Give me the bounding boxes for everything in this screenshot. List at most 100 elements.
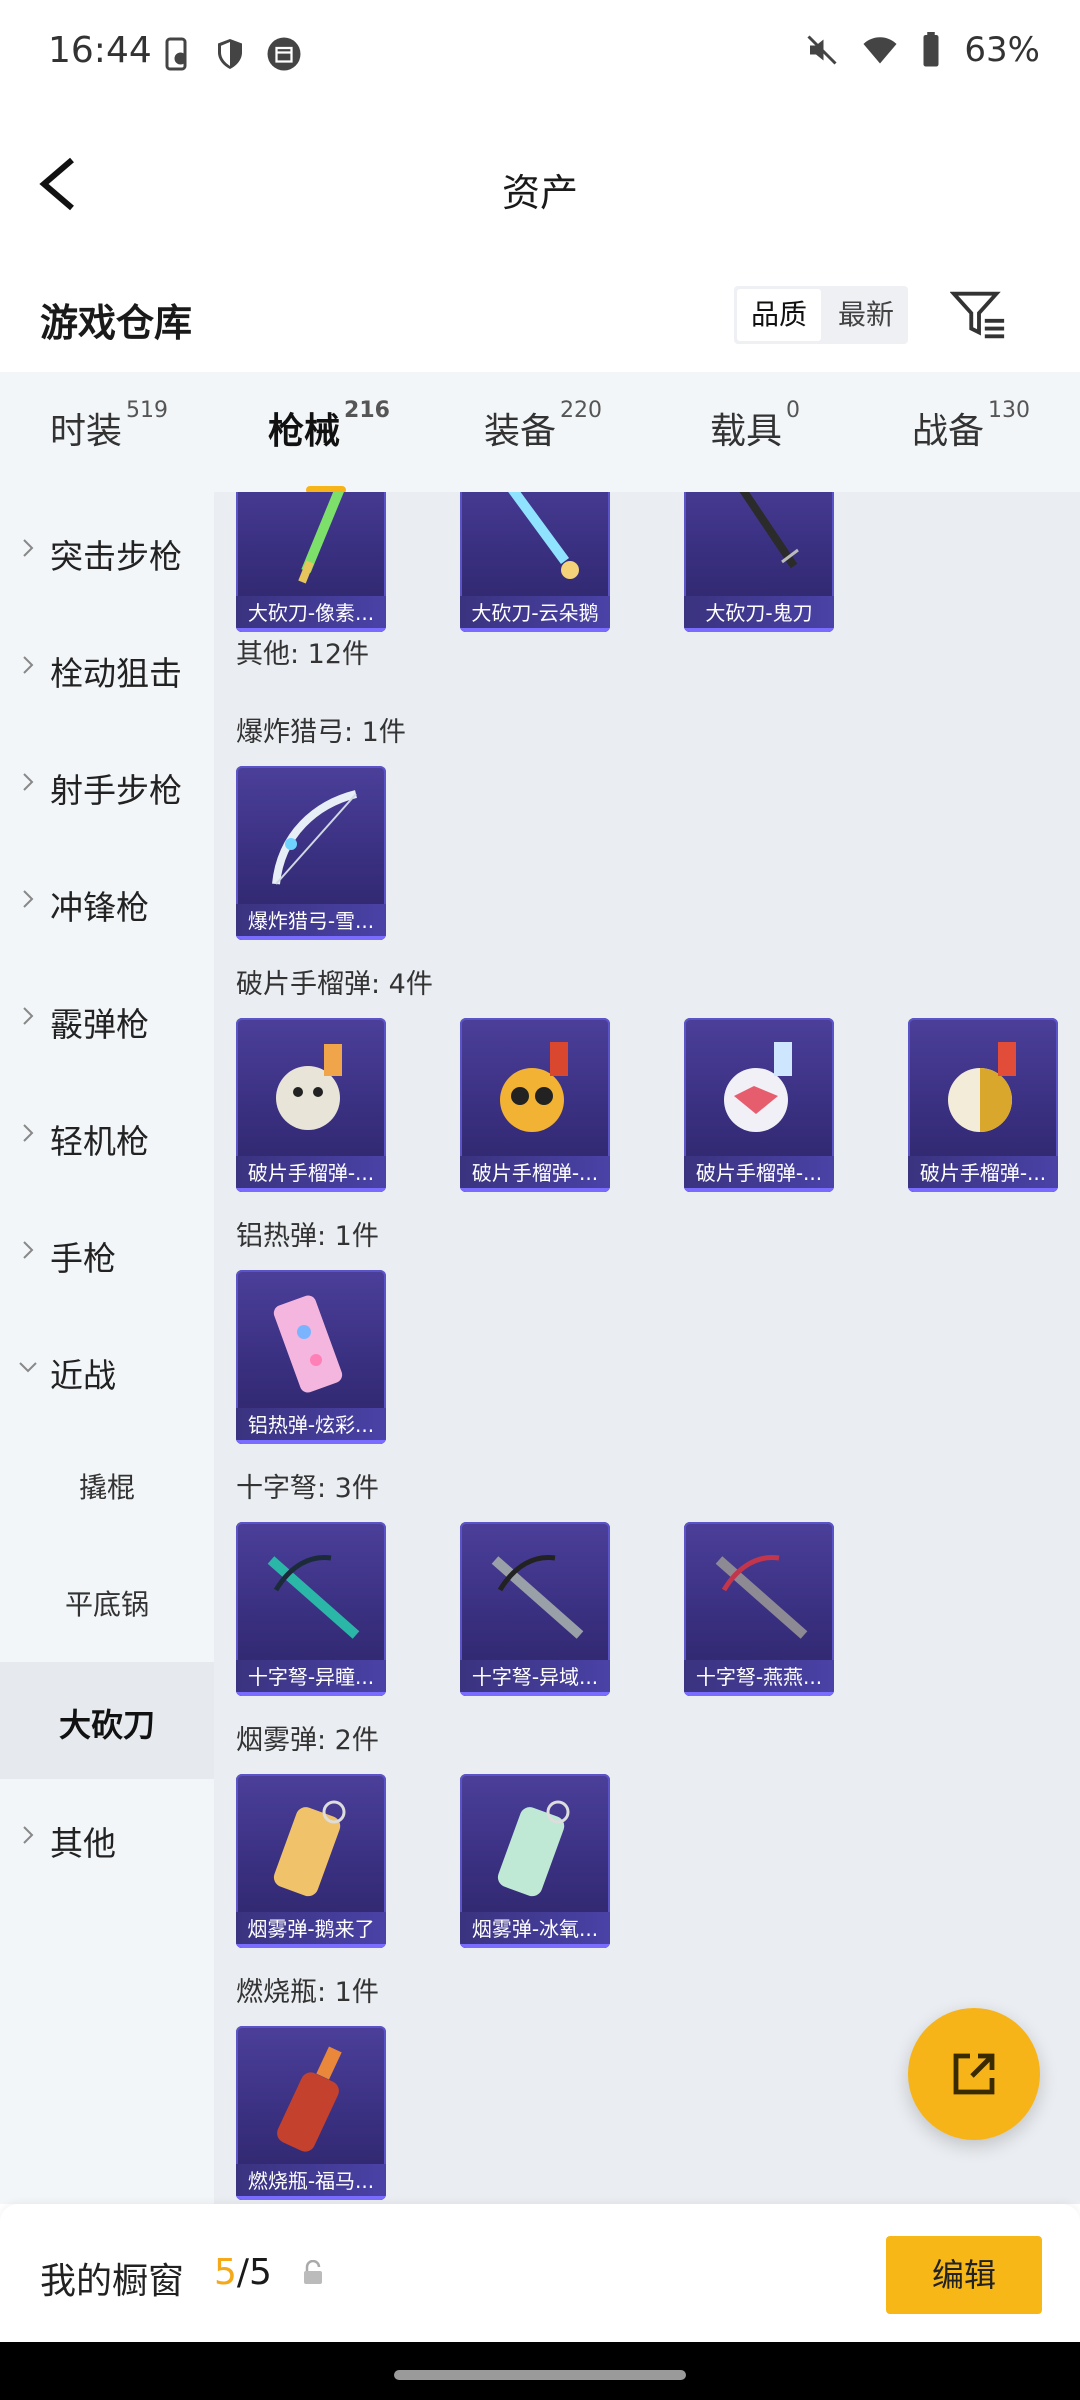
tab-vehicles[interactable]: 载具0 [710,398,800,454]
sidebar-subitem-frying-pan[interactable]: 平底锅 [0,1545,214,1662]
molotov-fortune-art [277,2046,342,2152]
home-indicator[interactable] [394,2370,686,2380]
sidebar-item-label: 冲锋枪 [50,888,149,927]
chevron-right-icon [23,1241,34,1259]
item-card[interactable]: 十字弩-异瞳... [236,1522,386,1696]
sidebar-item-label: 栓动狙击 [50,654,182,693]
weapon-type-sidebar: 突击步枪 栓动狙击 射手步枪 冲锋枪 霰弹枪 轻机枪 手枪 近战 撬棍 平底锅 … [0,492,214,2204]
sidebar-item-label: 突击步枪 [50,537,182,576]
crossbow-swallow-art [715,1554,808,1639]
tab-count: 220 [560,398,603,423]
battery-percent: 63% [964,30,1040,70]
item-name: 大砍刀-云朵鹅 [460,596,610,632]
item-card[interactable]: 烟雾弹-冰氧... [460,1774,610,1948]
chevron-right-icon [23,1826,34,1844]
tab-supplies[interactable]: 战备130 [912,398,1030,454]
tab-label: 枪械 [268,411,341,452]
explosive-bow-art [272,790,358,885]
sidebar-item-other[interactable]: 其他 [0,1779,214,1896]
smoke-goose-art [273,1800,346,1897]
item-name: 破片手榴弹-... [460,1156,610,1192]
smoke-ice-oxygen-art [497,1800,570,1897]
item-name: 十字弩-异瞳... [236,1660,386,1696]
sidebar-subitem-crowbar[interactable]: 撬棍 [0,1428,214,1545]
sidebar-item-label: 大砍刀 [58,1706,155,1744]
calendar-icon [267,37,301,71]
item-card[interactable]: 铝热弹-炫彩... [236,1270,386,1444]
crossbow-exotic-art [491,1554,584,1639]
chevron-right-icon [23,773,34,791]
item-card[interactable]: 烟雾弹-鹅来了 [236,1774,386,1948]
grenade-snowman-art [276,1044,342,1130]
item-card[interactable]: 大砍刀-像素... [236,492,386,632]
item-card[interactable]: 大砍刀-云朵鹅 [460,492,610,632]
sidebar-item-shotgun[interactable]: 霰弹枪 [0,960,214,1077]
machete-ghost-blade-art [739,492,799,569]
sidebar-item-label: 其他 [50,1824,116,1863]
grenade-gold-art [948,1042,1016,1132]
tab-count: 130 [988,398,1031,423]
nav-bar: 资产 [0,112,1080,256]
showcase-current: 5 [214,2252,237,2293]
group-header: 燃烧瓶: 1件 [236,1977,379,2008]
thermite-dazzle-art [273,1295,343,1393]
chevron-right-icon [23,539,34,557]
mute-icon [807,35,837,65]
chevron-right-icon [23,890,34,908]
crossbow-heterochromia-art [267,1554,360,1639]
edit-button[interactable]: 编辑 [886,2236,1042,2314]
tab-label: 时装 [50,411,123,452]
item-card[interactable]: 破片手榴弹-... [460,1018,610,1192]
item-card[interactable]: 十字弩-燕燕... [684,1522,834,1696]
section-title: 游戏仓库 [40,301,193,345]
sidebar-item-marksman-rifle[interactable]: 射手步枪 [0,726,214,843]
sort-option-newest[interactable]: 最新 [824,286,908,344]
tab-fashion[interactable]: 时装519 [50,398,168,454]
sidebar-item-smg[interactable]: 冲锋枪 [0,843,214,960]
category-tabs: 时装519 枪械216 装备220 载具0 战备130 [0,372,1080,494]
item-name: 破片手榴弹-... [908,1156,1058,1192]
share-button[interactable] [908,2008,1040,2140]
item-card[interactable]: 破片手榴弹-... [684,1018,834,1192]
item-name: 大砍刀-像素... [236,596,386,632]
sort-toggle: 品质 最新 [734,286,909,344]
item-name: 燃烧瓶-福马... [236,2164,386,2200]
group-header: 破片手榴弹: 4件 [236,969,433,1000]
chevron-right-icon [23,1007,34,1025]
item-card[interactable]: 破片手榴弹-... [908,1018,1058,1192]
machete-cloud-goose-art [508,492,579,579]
sidebar-item-pistol[interactable]: 手枪 [0,1194,214,1311]
wifi-icon [863,37,897,64]
sidebar-subitem-machete[interactable]: 大砍刀 [0,1662,214,1779]
sidebar-item-lmg[interactable]: 轻机枪 [0,1077,214,1194]
sidebar-item-bolt-sniper[interactable]: 栓动狙击 [0,609,214,726]
shield-icon [218,39,242,69]
tab-firearms[interactable]: 枪械216 [268,398,390,494]
grenade-mask-art [724,1042,792,1132]
item-name: 十字弩-异域... [460,1660,610,1696]
battery-icon [923,32,939,67]
item-card[interactable]: 破片手榴弹-... [236,1018,386,1192]
sidebar-item-melee[interactable]: 近战 [0,1311,214,1428]
sidebar-item-assault-rifle[interactable]: 突击步枪 [0,492,214,609]
item-card[interactable]: 爆炸猎弓-雪... [236,766,386,940]
item-card[interactable]: 大砍刀-鬼刀 [684,492,834,632]
tab-equipment[interactable]: 装备220 [484,398,602,454]
item-card[interactable]: 十字弩-异域... [460,1522,610,1696]
group-header: 铝热弹: 1件 [236,1221,379,1252]
tab-count: 519 [126,398,169,423]
phone-screen-icon [165,37,187,71]
chevron-right-icon [23,656,34,674]
filter-icon[interactable] [950,286,1008,344]
status-bar: 16:44 63% [0,0,1080,112]
showcase-label: 我的橱窗 [40,2261,185,2302]
sidebar-item-label: 撬棍 [78,1471,135,1504]
sidebar-item-label: 平底锅 [64,1588,149,1621]
chevron-right-icon [23,1124,34,1142]
group-header: 十字弩: 3件 [236,1473,379,1504]
item-name: 铝热弹-炫彩... [236,1408,386,1444]
sort-option-quality[interactable]: 品质 [737,289,822,341]
item-card[interactable]: 燃烧瓶-福马... [236,2026,386,2200]
page-title: 资产 [501,171,578,215]
group-header: 烟雾弹: 2件 [236,1725,379,1756]
